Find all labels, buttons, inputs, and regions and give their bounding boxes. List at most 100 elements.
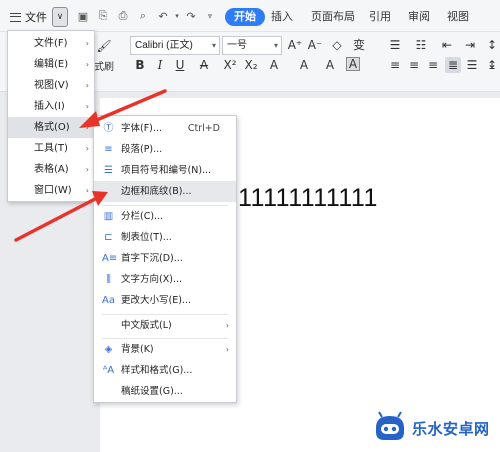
submenu-item-label: 中文版式(L)	[121, 320, 172, 331]
submenu-item-styles-formatting[interactable]: ᴬA 样式和格式(G)...	[94, 360, 236, 381]
bullets-list-icon[interactable]: ☰	[387, 37, 403, 53]
distributed-align-icon[interactable]: ☰	[464, 57, 480, 73]
submenu-item-columns[interactable]: ▥ 分栏(C)...	[94, 206, 236, 227]
char-border-icon[interactable]: A	[346, 57, 360, 71]
clear-format-icon[interactable]: ◇	[329, 37, 345, 53]
font-icon: Ⓣ	[103, 123, 114, 134]
chevron-right-icon: ›	[85, 165, 89, 174]
bold-icon[interactable]: B	[132, 57, 148, 73]
italic-icon[interactable]: I	[152, 57, 168, 73]
shrink-font-icon[interactable]: A⁻	[307, 37, 323, 53]
menu-item-window[interactable]: 窗口(W) ›	[8, 180, 94, 201]
save-icon[interactable]: ▣	[76, 9, 90, 23]
format-painter-icon[interactable]: 🖌	[96, 38, 112, 54]
title-toolbar: 文件 ∨ ▣ ⎘ ⎙ ⌕ ↶ ▾ ↷ ⩔ 开始 插入 页面布局 引用 审阅 视图	[0, 0, 500, 32]
export-pdf-icon[interactable]: ⎘	[96, 9, 110, 23]
tab-page-layout[interactable]: 页面布局	[311, 8, 355, 26]
submenu-item-label: 背景(K)	[121, 344, 154, 355]
tab-home[interactable]: 开始	[225, 8, 265, 26]
submenu-item-text-direction[interactable]: ⫼ 文字方向(X)...	[94, 269, 236, 290]
phonetic-guide-icon[interactable]: 变	[351, 37, 367, 53]
chevron-down-icon: ▾	[273, 41, 278, 50]
document-text[interactable]: 11111111111	[238, 184, 378, 213]
chevron-right-icon: ›	[85, 102, 89, 111]
superscript-icon[interactable]: X²	[222, 57, 238, 73]
submenu-item-chinese-layout[interactable]: 中文版式(L) ›	[94, 315, 236, 336]
format-submenu: Ⓣ 字体(F)... Ctrl+D ≡ 段落(P)... ☰ 项目符号和编号(N…	[93, 115, 237, 403]
menu-item-view[interactable]: 视图(V) ›	[8, 75, 94, 96]
dropcap-icon: A≡	[102, 253, 118, 264]
chevron-right-icon: ›	[85, 186, 89, 195]
file-menu-button[interactable]: 文件	[10, 8, 47, 26]
submenu-item-label: 制表位(T)...	[121, 232, 172, 243]
font-name-select[interactable]: Calibri (正文) ▾	[130, 36, 220, 55]
menu-item-format[interactable]: 格式(O) ›	[8, 117, 94, 138]
submenu-item-borders-shading[interactable]: 边框和底纹(B)...	[94, 181, 236, 202]
font-color-icon[interactable]: A	[296, 57, 312, 73]
file-menu-label: 文件	[25, 11, 47, 24]
char-shading-icon[interactable]: A	[322, 57, 338, 73]
submenu-item-font[interactable]: Ⓣ 字体(F)... Ctrl+D	[94, 118, 236, 139]
submenu-item-drop-cap[interactable]: A≡ 首字下沉(D)...	[94, 248, 236, 269]
grow-font-icon[interactable]: A⁺	[287, 37, 303, 53]
sort-icon[interactable]: ↕	[484, 37, 500, 53]
chevron-right-icon: ›	[85, 123, 89, 132]
submenu-item-label: 更改大小写(E)...	[121, 295, 191, 306]
increase-indent-icon[interactable]: ⇥	[462, 37, 478, 53]
menu-item-label: 插入(I)	[34, 101, 65, 112]
submenu-item-manuscript-setup[interactable]: 稿纸设置(G)...	[94, 381, 236, 402]
chevron-right-icon: ›	[85, 81, 89, 90]
main-dropdown-menu: 文件(F) › 编辑(E) › 视图(V) › 插入(I) › 格式(O) › …	[7, 30, 95, 202]
menu-item-insert[interactable]: 插入(I) ›	[8, 96, 94, 117]
decrease-indent-icon[interactable]: ⇤	[439, 37, 455, 53]
line-spacing-icon[interactable]: ↨	[484, 57, 500, 73]
menu-item-label: 窗口(W)	[34, 185, 72, 196]
redo-icon[interactable]: ↷	[184, 9, 198, 23]
submenu-item-background[interactable]: ◈ 背景(K) ›	[94, 339, 236, 360]
menu-item-edit[interactable]: 编辑(E) ›	[8, 54, 94, 75]
submenu-item-label: 分栏(C)...	[121, 211, 164, 222]
font-name-value: Calibri (正文)	[135, 40, 193, 51]
align-left-icon[interactable]: ≡	[387, 57, 403, 73]
menu-item-tools[interactable]: 工具(T) ›	[8, 138, 94, 159]
menu-item-table[interactable]: 表格(A) ›	[8, 159, 94, 180]
submenu-item-label: 首字下沉(D)...	[121, 253, 183, 264]
highlight-icon[interactable]: A	[266, 57, 282, 73]
hamburger-icon	[10, 12, 21, 22]
tab-view[interactable]: 视图	[447, 8, 469, 26]
submenu-item-paragraph[interactable]: ≡ 段落(P)...	[94, 139, 236, 160]
chevron-right-icon: ›	[225, 345, 229, 354]
submenu-item-bullets-numbering[interactable]: ☰ 项目符号和编号(N)...	[94, 160, 236, 181]
submenu-item-change-case[interactable]: Aa 更改大小写(E)...	[94, 290, 236, 311]
watermark-logo-icon	[376, 411, 404, 440]
menu-dropdown-button[interactable]: ∨	[52, 7, 68, 27]
submenu-item-label: 段落(P)...	[121, 144, 163, 155]
undo-icon[interactable]: ↶	[156, 9, 170, 23]
submenu-item-label: 字体(F)...	[121, 123, 162, 134]
justify-icon[interactable]: ≣	[445, 57, 461, 73]
print-preview-icon[interactable]: ⌕	[136, 9, 150, 23]
submenu-item-tabs[interactable]: ⊏ 制表位(T)...	[94, 227, 236, 248]
customize-toolbar-icon[interactable]: ⩔	[203, 9, 217, 23]
tab-references[interactable]: 引用	[369, 8, 391, 26]
submenu-item-label: 项目符号和编号(N)...	[121, 165, 212, 176]
subscript-icon[interactable]: X₂	[243, 57, 259, 73]
tabstop-icon: ⊏	[104, 232, 113, 243]
font-size-select[interactable]: 一号 ▾	[222, 36, 282, 55]
underline-icon[interactable]: U	[172, 57, 188, 73]
chevron-right-icon: ›	[225, 321, 229, 330]
numbered-list-icon[interactable]: ☷	[413, 37, 429, 53]
menu-item-label: 编辑(E)	[34, 59, 69, 70]
bullets-icon: ☰	[104, 165, 113, 176]
align-center-icon[interactable]: ≡	[406, 57, 422, 73]
print-icon[interactable]: ⎙	[116, 9, 130, 23]
background-icon: ◈	[104, 344, 113, 355]
align-right-icon[interactable]: ≡	[425, 57, 441, 73]
menu-item-file[interactable]: 文件(F) ›	[8, 33, 94, 54]
paragraph-icon: ≡	[104, 144, 113, 155]
strikethrough-icon[interactable]: A	[196, 57, 212, 73]
undo-dropdown-icon[interactable]: ▾	[170, 9, 184, 23]
tab-insert[interactable]: 插入	[271, 8, 293, 26]
tab-review[interactable]: 审阅	[408, 8, 430, 26]
shortcut-label: Ctrl+D	[187, 123, 220, 134]
